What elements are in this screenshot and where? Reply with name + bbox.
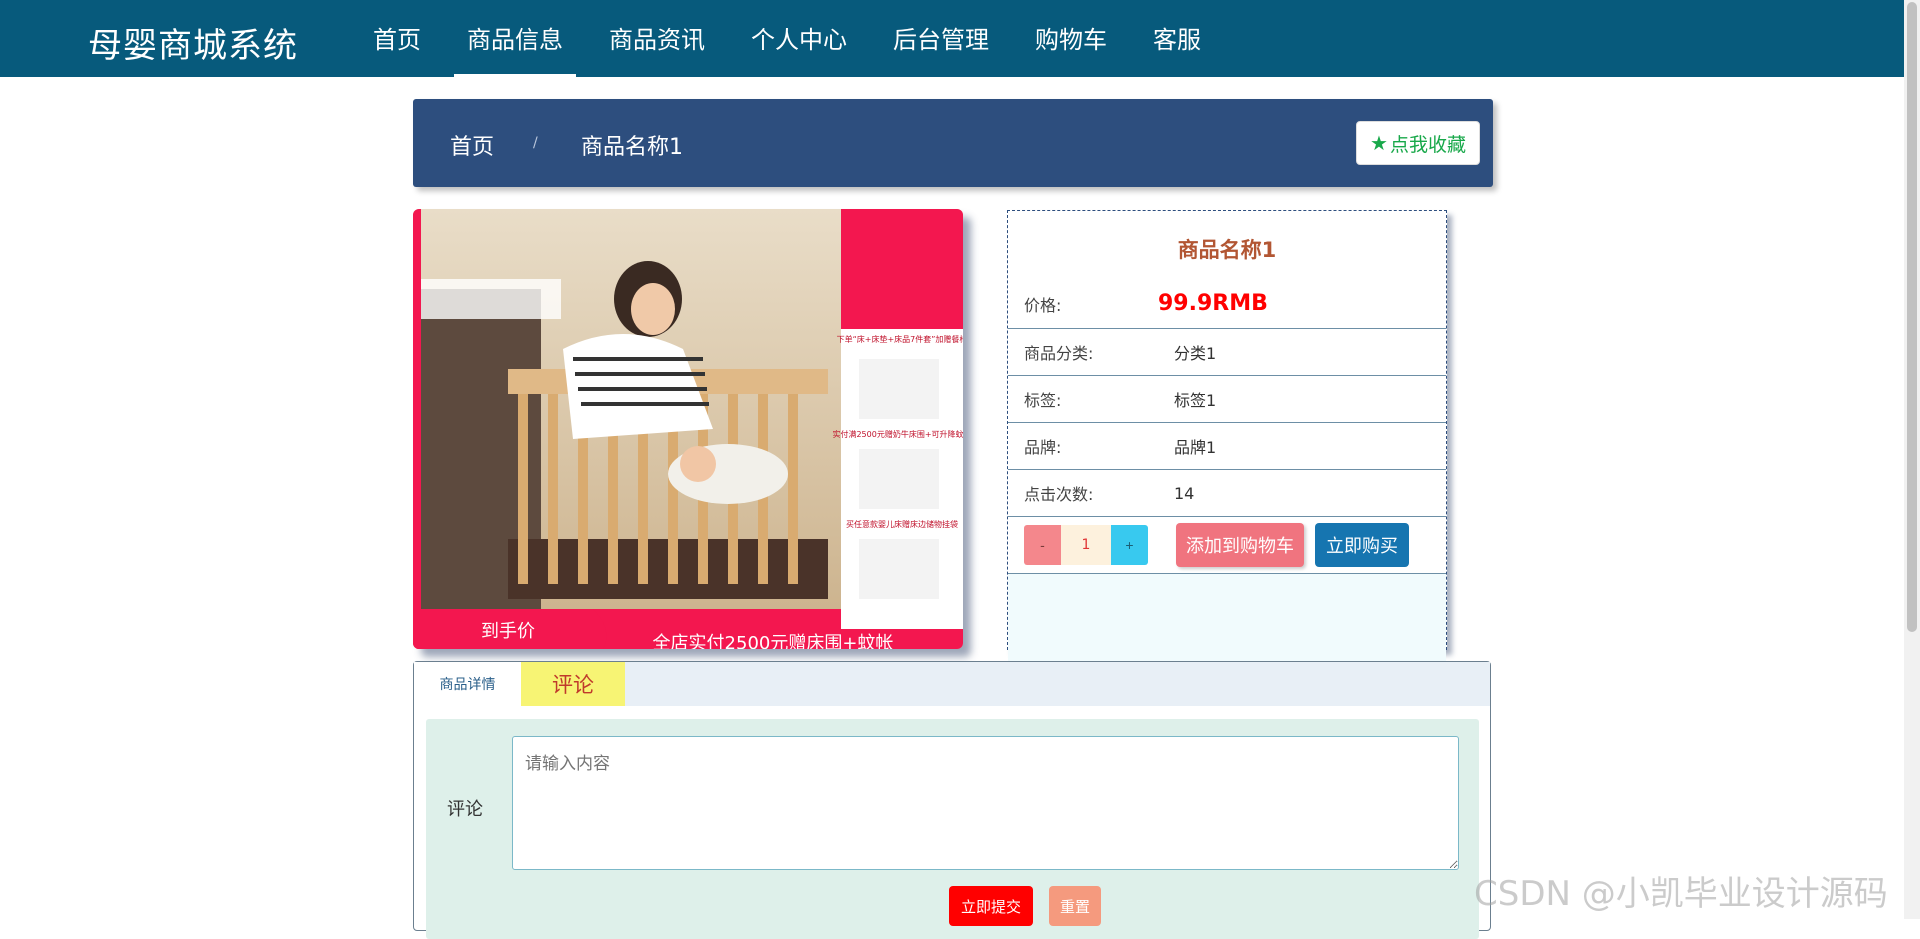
star-icon: ★ bbox=[1370, 131, 1388, 155]
brand-label: 品牌: bbox=[1024, 438, 1062, 457]
nav-home[interactable]: 首页 bbox=[360, 0, 434, 77]
tab-header: 商品详情 评论 bbox=[414, 662, 1490, 706]
product-tabs: 商品详情 评论 评论 立即提交 重置 bbox=[413, 661, 1491, 939]
breadcrumb: 首页 / 商品名称1 ★ 点我收藏 bbox=[413, 99, 1493, 187]
clicks-value: 14 bbox=[1174, 483, 1195, 503]
csdn-watermark: CSDN @小凯毕业设计源码 bbox=[1474, 874, 1888, 914]
quantity-increase-button[interactable]: + bbox=[1111, 525, 1148, 565]
nav-cart[interactable]: 购物车 bbox=[1022, 0, 1120, 77]
product-photo: 下单“床+床垫+床品7件套”加赠餐椅 实付满2500元赠奶牛床围+可升降蚊帐 买… bbox=[413, 209, 963, 649]
nav-news[interactable]: 商品资讯 bbox=[596, 0, 718, 77]
product-image: 下单“床+床垫+床品7件套”加赠餐椅 实付满2500元赠奶牛床围+可升降蚊帐 买… bbox=[413, 209, 963, 649]
tab-product-detail[interactable]: 商品详情 bbox=[414, 662, 521, 706]
breadcrumb-separator: / bbox=[533, 135, 538, 151]
category-row: 商品分类: 分类1 bbox=[1008, 329, 1446, 376]
scrollbar-thumb[interactable] bbox=[1907, 2, 1917, 632]
main-nav: 首页 商品信息 商品资讯 个人中心 后台管理 购物车 客服 bbox=[360, 0, 1234, 77]
buy-now-button[interactable]: 立即购买 bbox=[1315, 523, 1409, 567]
submit-comment-button[interactable]: 立即提交 bbox=[949, 886, 1034, 926]
price-value: 99.9RMB bbox=[1158, 291, 1268, 316]
breadcrumb-current: 商品名称1 bbox=[581, 135, 683, 160]
comment-form: 评论 立即提交 重置 bbox=[426, 719, 1479, 939]
category-label: 商品分类: bbox=[1024, 344, 1094, 363]
quantity-stepper: - 1 + bbox=[1024, 525, 1148, 565]
site-brand[interactable]: 母婴商城系统 bbox=[88, 18, 298, 67]
quantity-value[interactable]: 1 bbox=[1061, 525, 1111, 565]
breadcrumb-home[interactable]: 首页 bbox=[450, 129, 494, 161]
tag-value: 标签1 bbox=[1174, 391, 1217, 410]
purchase-actions: - 1 + 添加到购物车 立即购买 bbox=[1008, 517, 1446, 574]
favorite-button[interactable]: ★ 点我收藏 bbox=[1356, 121, 1480, 165]
product-title: 商品名称1 bbox=[1177, 238, 1277, 262]
comment-label: 评论 bbox=[447, 799, 483, 820]
nav-products[interactable]: 商品信息 bbox=[454, 0, 576, 77]
brand-value: 品牌1 bbox=[1174, 438, 1217, 457]
tab-comment[interactable]: 评论 bbox=[521, 662, 625, 706]
nav-service[interactable]: 客服 bbox=[1140, 0, 1214, 77]
product-info-panel: 商品名称1 价格: 99.9RMB 商品分类: 分类1 标签: 标签1 品牌: … bbox=[1007, 210, 1447, 699]
clicks-row: 点击次数: 14 bbox=[1008, 470, 1446, 517]
tag-row: 标签: 标签1 bbox=[1008, 376, 1446, 423]
reset-comment-button[interactable]: 重置 bbox=[1049, 886, 1102, 926]
price-banner-text: 到手价 bbox=[481, 621, 535, 642]
page-scrollbar[interactable] bbox=[1904, 0, 1920, 919]
promo-text-3: 买任意款婴儿床赠床边储物挂袋 bbox=[846, 519, 958, 529]
price-row: 价格: 99.9RMB bbox=[1008, 279, 1446, 329]
add-to-cart-button[interactable]: 添加到购物车 bbox=[1176, 523, 1304, 567]
top-navbar: 母婴商城系统 首页 商品信息 商品资讯 个人中心 后台管理 购物车 客服 bbox=[0, 0, 1904, 77]
favorite-label: 点我收藏 bbox=[1389, 133, 1466, 156]
promo-text-2: 实付满2500元赠奶牛床围+可升降蚊帐 bbox=[832, 429, 963, 439]
nav-admin[interactable]: 后台管理 bbox=[880, 0, 1002, 77]
promo-text-1: 下单“床+床垫+床品7件套”加赠餐椅 bbox=[837, 334, 963, 344]
quantity-decrease-button[interactable]: - bbox=[1024, 525, 1061, 565]
tag-label: 标签: bbox=[1024, 391, 1062, 410]
brand-row: 品牌: 品牌1 bbox=[1008, 423, 1446, 470]
category-value: 分类1 bbox=[1174, 344, 1217, 363]
price-label: 价格: bbox=[1024, 295, 1062, 315]
comment-input[interactable] bbox=[512, 736, 1459, 870]
nav-profile[interactable]: 个人中心 bbox=[738, 0, 860, 77]
clicks-label: 点击次数: bbox=[1024, 485, 1094, 504]
bottom-banner-text: 全店实付2500元赠床围+蚊帐 bbox=[653, 633, 894, 649]
